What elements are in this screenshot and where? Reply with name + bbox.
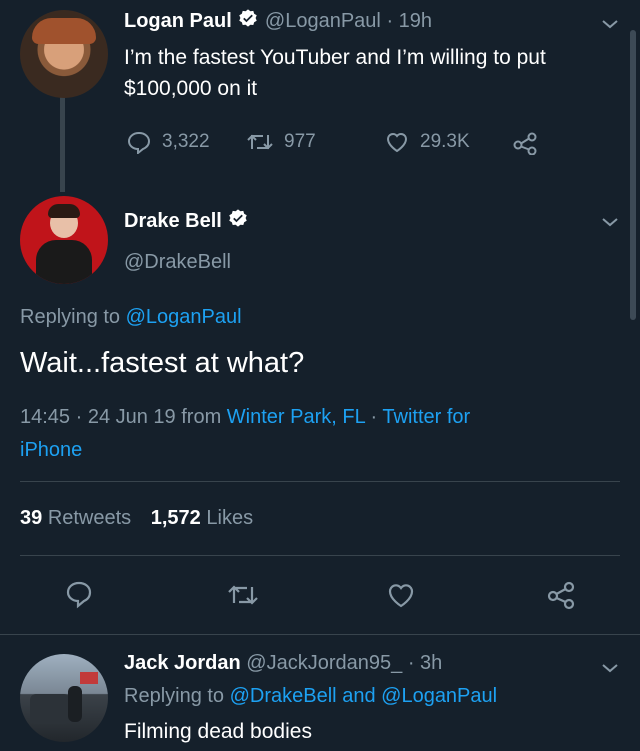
chevron-down-icon[interactable] [598, 656, 622, 680]
scrollbar[interactable] [630, 30, 636, 320]
chevron-down-icon[interactable] [598, 210, 622, 234]
like-count: 1,572 [150, 507, 201, 529]
tweet1-reply-button[interactable]: 3,322 [126, 130, 210, 154]
tweet2-location-link[interactable]: Winter Park, FL [227, 406, 365, 428]
tweet1-time[interactable]: · 19h [386, 10, 432, 32]
retweets-stat[interactable]: 39 Retweets [20, 507, 137, 529]
tweet1-header: Logan Paul @LoganPaul · 19h [124, 8, 432, 33]
retweet-icon[interactable] [227, 580, 259, 610]
tweet1-like-count: 29.3K [420, 131, 470, 152]
meta-separator: · [370, 406, 378, 428]
tweet2-stats: 39 Retweets 1,572 Likes [20, 507, 253, 530]
tweet3-replying: Replying to @DrakeBell and @LoganPaul [124, 685, 497, 708]
tweet2-timestamp: 14:45 · 24 Jun 19 from [20, 406, 222, 428]
tweet1-retweet-count: 977 [284, 131, 316, 152]
like-icon [384, 130, 410, 154]
like-label: Likes [206, 507, 254, 529]
likes-stat[interactable]: 1,572 Likes [151, 507, 253, 529]
avatar-drake-bell[interactable] [20, 196, 108, 284]
retweet-count: 39 [20, 507, 43, 529]
tweet2-source-link-cont[interactable]: iPhone [20, 439, 82, 461]
avatar-jack-jordan[interactable] [20, 654, 108, 742]
tweet2-meta: 14:45 · 24 Jun 19 from Winter Park, FL ·… [20, 401, 580, 467]
replying-to-label: Replying to [20, 306, 121, 328]
tweet2-source-link[interactable]: Twitter for [382, 406, 470, 428]
retweet-label: Retweets [47, 507, 132, 529]
divider [0, 634, 640, 635]
avatar-logan-paul[interactable] [20, 10, 108, 98]
thread-line [60, 97, 65, 192]
replying-to-link-drakebell[interactable]: @DrakeBell [230, 685, 337, 707]
tweet1-author-name[interactable]: Logan Paul [124, 10, 232, 32]
verified-badge-icon [237, 8, 259, 30]
tweet2-author-name[interactable]: Drake Bell [124, 210, 222, 232]
retweet-icon [246, 130, 274, 154]
tweet2-author: Drake Bell [124, 208, 249, 233]
tweet1-text: I’m the fastest YouTuber and I’m willing… [124, 42, 624, 104]
replying-to-link-loganpaul[interactable]: @LoganPaul [381, 685, 497, 707]
divider [20, 481, 620, 482]
tweet2-handle[interactable]: @DrakeBell [124, 251, 231, 274]
reply-icon [126, 130, 152, 154]
tweet2-text: Wait...fastest at what? [20, 347, 305, 379]
chevron-down-icon[interactable] [598, 12, 622, 36]
tweet1-handle[interactable]: @LoganPaul [265, 10, 381, 32]
tweet3-author-name[interactable]: Jack Jordan [124, 652, 241, 674]
share-icon[interactable] [546, 580, 576, 610]
tweet2-replying: Replying to @LoganPaul [20, 306, 242, 329]
tweet1-like-button[interactable]: 29.3K [384, 130, 470, 154]
tweet3-text: Filming dead bodies [124, 720, 312, 743]
tweet1-text-line2: $100,000 on it [124, 77, 258, 100]
tweet3-header: Jack Jordan @JackJordan95_ · 3h [124, 652, 442, 675]
reply-icon[interactable] [64, 579, 94, 609]
replying-to-label: Replying to [124, 685, 225, 707]
divider [20, 555, 620, 556]
tweet1-retweet-button[interactable]: 977 [246, 130, 316, 154]
replying-to-link[interactable]: @LoganPaul [126, 306, 242, 328]
verified-badge-icon [227, 208, 249, 230]
tweet3-time[interactable]: · 3h [408, 652, 442, 674]
share-icon[interactable] [512, 131, 538, 155]
tweet3-handle[interactable]: @JackJordan95_ [246, 652, 402, 674]
like-icon[interactable] [386, 580, 416, 610]
tweet1-text-line1: I’m the fastest YouTuber and I’m willing… [124, 46, 546, 69]
tweet1-reply-count: 3,322 [162, 131, 210, 152]
replying-to-and: and [342, 685, 376, 707]
